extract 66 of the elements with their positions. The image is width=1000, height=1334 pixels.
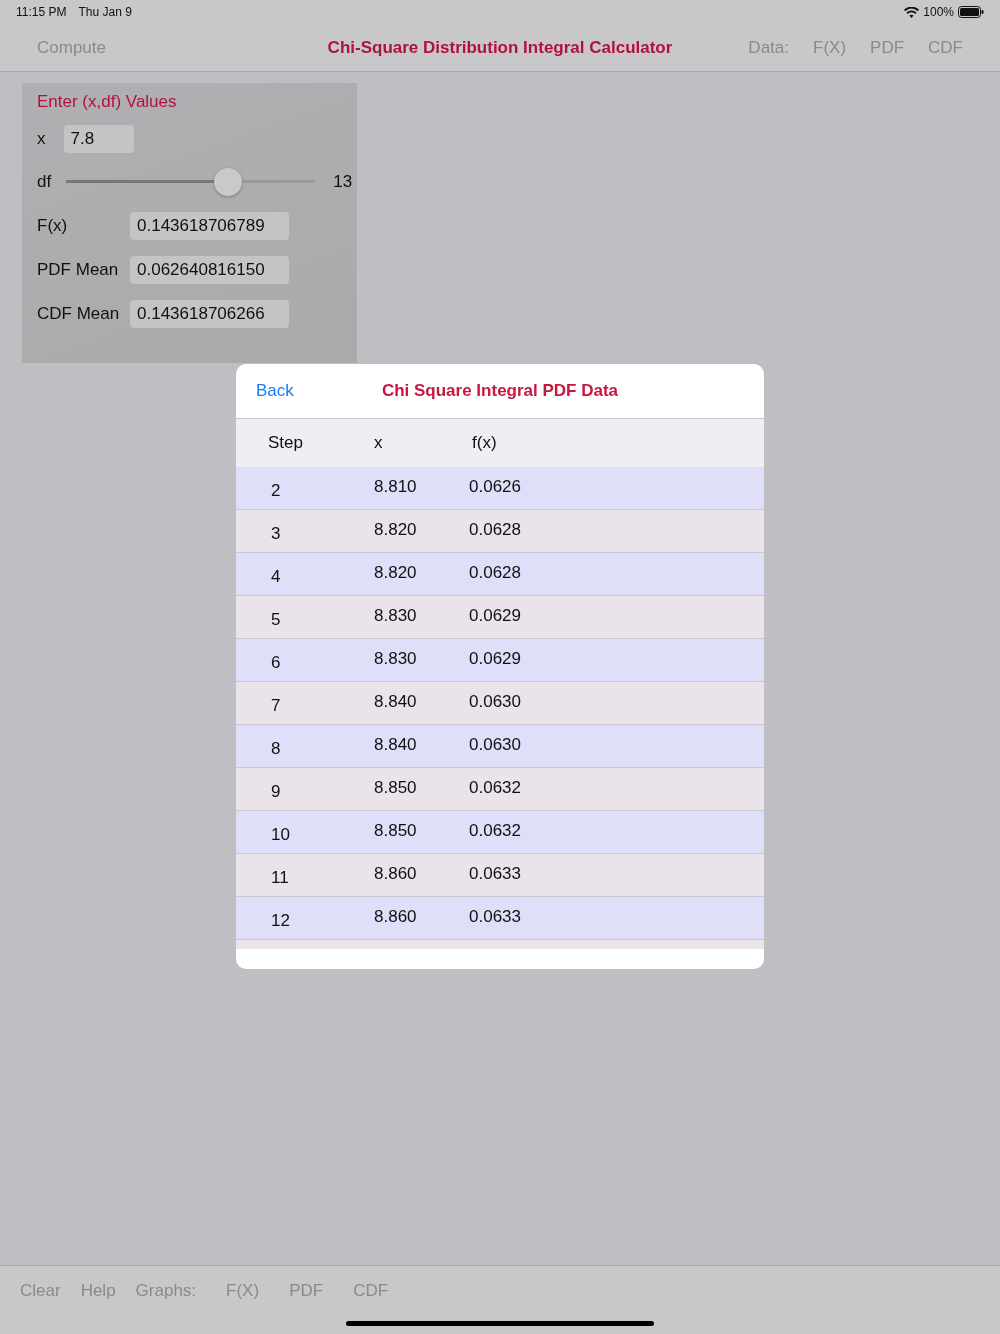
- column-header: Step: [267, 433, 304, 453]
- toolbar-item[interactable]: PDF: [289, 1281, 324, 1301]
- table-cell-text: 0.0633: [469, 864, 521, 885]
- status-time: 11:15 PM: [16, 5, 67, 19]
- table-cell-text: 9: [270, 781, 282, 802]
- battery-percent: 100%: [923, 5, 954, 19]
- table-cell-text: 8.850: [374, 778, 418, 799]
- table-cell-text: 12: [270, 910, 291, 931]
- column-header: x: [374, 433, 384, 453]
- table-cell-text: 10: [270, 824, 291, 845]
- table-cell-text: 8.850: [374, 821, 418, 842]
- df-value: 13: [333, 172, 353, 192]
- table-cell-text: 7: [270, 695, 282, 716]
- toolbar-item[interactable]: CDF: [928, 37, 963, 58]
- table-cell-text: 0.0630: [469, 692, 521, 713]
- table-cell-text: 0.0633: [469, 907, 521, 928]
- toolbar-item[interactable]: Clear: [20, 1281, 61, 1301]
- x-field[interactable]: 7.8: [63, 125, 134, 153]
- toolbar-item[interactable]: Graphs:: [135, 1281, 197, 1301]
- result-field: 0.143618706789: [130, 212, 289, 240]
- table-cell-text: 8.840: [374, 735, 418, 756]
- wifi-icon: [904, 6, 920, 18]
- table-cell-text: 4: [270, 566, 282, 587]
- table-cell-text: 0.0626: [469, 477, 521, 498]
- result-field: 0.143618706266: [130, 300, 289, 328]
- table-cell-text: 0.0632: [469, 778, 521, 799]
- app-title: Chi-Square Distribution Integral Calculator: [327, 37, 673, 57]
- table-cell-text: 0.0629: [469, 649, 521, 670]
- table-cell-text: 6: [270, 652, 282, 673]
- status-date: Thu Jan 9: [78, 5, 132, 19]
- table-cell-text: 0.0632: [469, 821, 521, 842]
- table-cell-text: 8: [270, 738, 282, 759]
- toolbar-item[interactable]: F(X): [813, 37, 847, 58]
- table-cell-text: 8.830: [374, 649, 418, 670]
- table-cell-text: 8.820: [374, 520, 418, 541]
- table-cell-text: 8.860: [374, 907, 418, 928]
- df-label: df: [37, 172, 52, 192]
- toolbar-item[interactable]: Data:: [748, 37, 789, 58]
- toolbar-item[interactable]: PDF: [870, 37, 905, 58]
- toolbar-item[interactable]: F(X): [226, 1281, 260, 1301]
- table-cell-text: 11: [270, 867, 290, 888]
- x-label: x: [37, 129, 46, 149]
- table-cell-text: 0.0628: [469, 520, 521, 541]
- toolbar-item[interactable]: Help: [80, 1281, 116, 1301]
- toolbar-item[interactable]: CDF: [353, 1281, 389, 1301]
- battery-icon: [958, 6, 984, 18]
- table-cell-text: 8.840: [374, 692, 418, 713]
- table-cell-text: 0.0629: [469, 606, 521, 627]
- result-label: F(x): [37, 216, 69, 236]
- column-header: f(x): [472, 433, 497, 453]
- table-cell-text: 8.830: [374, 606, 418, 627]
- result-label: CDF Mean: [37, 304, 121, 324]
- table-cell-text: 0.0628: [469, 563, 521, 584]
- result-label: PDF Mean: [37, 260, 120, 280]
- table-cell-text: 8.810: [374, 477, 418, 498]
- sheet-title: Chi Square Integral PDF Data: [381, 381, 619, 400]
- table-cell-text: 2: [270, 480, 282, 501]
- table-cell-text: 3: [270, 523, 282, 544]
- table-cell-text: 8.860: [374, 864, 418, 885]
- compute-button[interactable]: Compute: [37, 37, 106, 58]
- table-cell-text: 8.820: [374, 563, 418, 584]
- back-button[interactable]: Back: [256, 381, 294, 401]
- table-cell-text: 0.0630: [469, 735, 521, 756]
- panel-title: Enter (x,df) Values: [37, 92, 177, 112]
- table-cell-text: 5: [270, 609, 282, 630]
- result-field: 0.062640816150: [130, 256, 289, 284]
